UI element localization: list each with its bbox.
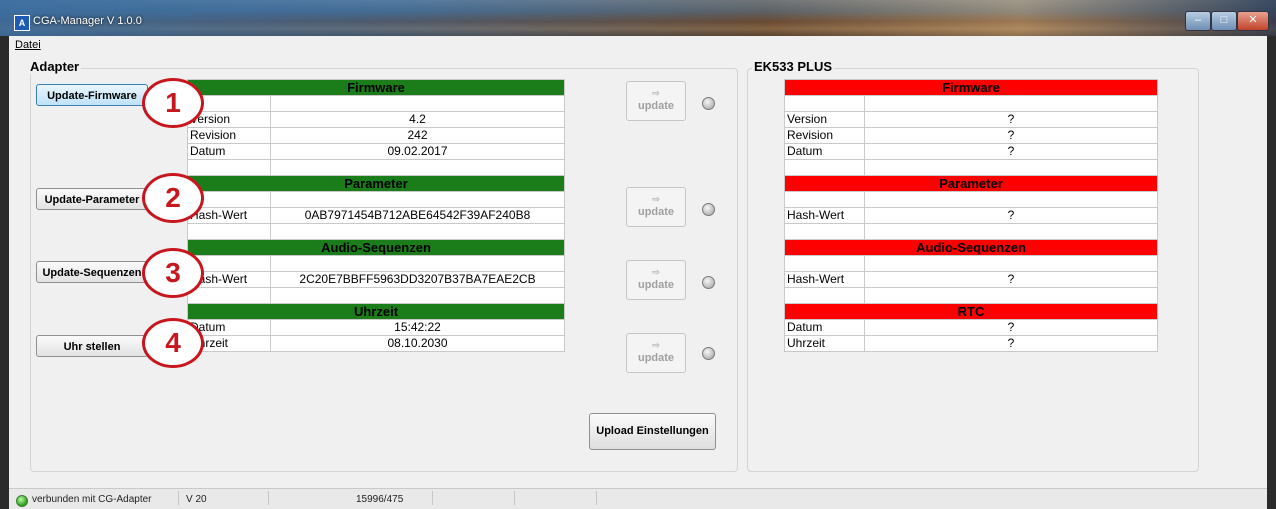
blank-cell <box>784 223 865 240</box>
adapter-group-title: Adapter <box>28 59 82 74</box>
callout-badge-4: 4 <box>142 318 204 368</box>
adapter-revision-value: 242 <box>270 127 565 144</box>
callout-badge-3: 3 <box>142 248 204 298</box>
blank-cell <box>270 223 565 240</box>
update-label: update <box>637 352 675 364</box>
arrow-right-icon: ⇨ <box>652 194 660 204</box>
label-hash: Hash-Wert <box>784 207 865 224</box>
device-rtc-header: RTC <box>784 303 1158 320</box>
blank-cell <box>187 159 271 176</box>
status-separator <box>596 491 597 505</box>
connection-status: verbunden mit CG-Adapter <box>32 494 152 505</box>
label-datum: Datum <box>784 319 865 336</box>
label-uhrzeit: Uhrzeit <box>784 335 865 352</box>
adapter-uhrzeit-header: Uhrzeit <box>187 303 565 320</box>
adapter-clock-uhrzeit: 08.10.2030 <box>270 335 565 352</box>
blank-cell <box>270 255 565 272</box>
window-title: CGA-Manager V 1.0.0 <box>33 15 142 27</box>
title-bar <box>0 0 1276 36</box>
blank-cell <box>784 191 865 208</box>
label-revision: Revision <box>187 127 271 144</box>
close-button[interactable]: ✕ <box>1237 11 1269 31</box>
upload-einstellungen-button[interactable]: Upload Einstellungen <box>589 413 716 450</box>
app-icon: A <box>14 15 30 31</box>
uhr-stellen-button[interactable]: Uhr stellen <box>36 335 148 357</box>
adapter-parameter-header: Parameter <box>187 175 565 192</box>
device-firmware-header: Firmware <box>784 79 1158 96</box>
firmware-update-button[interactable]: ⇨ update <box>626 81 686 121</box>
device-revision-value: ? <box>864 127 1158 144</box>
maximize-button[interactable]: □ <box>1211 11 1237 31</box>
blank-cell <box>784 287 865 304</box>
device-parameter-header: Parameter <box>784 175 1158 192</box>
device-datum-value: ? <box>864 143 1158 160</box>
blank-cell <box>864 287 1158 304</box>
uhr-status-led <box>702 347 715 360</box>
blank-cell <box>864 255 1158 272</box>
status-separator <box>432 491 433 505</box>
blank-cell <box>864 95 1158 112</box>
blank-cell <box>784 159 865 176</box>
menu-datei[interactable]: Datei <box>15 39 41 51</box>
label-datum: Datum <box>784 143 865 160</box>
label-revision: Revision <box>784 127 865 144</box>
adapter-audio-header: Audio-Sequenzen <box>187 239 565 256</box>
minimize-button[interactable]: – <box>1185 11 1211 31</box>
adapter-audio-hash: 2C20E7BBFF5963DD3207B37BA7EAE2CB <box>270 271 565 288</box>
adapter-parameter-hash: 0AB7971454B712ABE64542F39AF240B8 <box>270 207 565 224</box>
status-version: V 20 <box>186 494 207 505</box>
update-label: update <box>637 100 675 112</box>
sequenzen-status-led <box>702 276 715 289</box>
label-hash: Hash-Wert <box>784 271 865 288</box>
status-separator <box>178 491 179 505</box>
update-sequenzen-button[interactable]: Update-Sequenzen <box>36 261 148 283</box>
blank-cell <box>864 191 1158 208</box>
device-audio-hash: ? <box>864 271 1158 288</box>
device-rtc-uhrzeit: ? <box>864 335 1158 352</box>
device-audio-header: Audio-Sequenzen <box>784 239 1158 256</box>
adapter-firmware-header: Firmware <box>187 79 565 96</box>
device-parameter-hash: ? <box>864 207 1158 224</box>
adapter-clock-datum: 15:42:22 <box>270 319 565 336</box>
blank-cell <box>784 255 865 272</box>
adapter-datum-value: 09.02.2017 <box>270 143 565 160</box>
connection-led-icon <box>16 495 28 507</box>
update-label: update <box>637 206 675 218</box>
sequenzen-update-button[interactable]: ⇨ update <box>626 260 686 300</box>
status-separator <box>514 491 515 505</box>
parameter-update-button[interactable]: ⇨ update <box>626 187 686 227</box>
blank-cell <box>270 159 565 176</box>
arrow-right-icon: ⇨ <box>652 88 660 98</box>
title-bar-background <box>0 0 1276 36</box>
device-version-value: ? <box>864 111 1158 128</box>
label-datum: Datum <box>187 143 271 160</box>
parameter-status-led <box>702 203 715 216</box>
arrow-right-icon: ⇨ <box>652 267 660 277</box>
label-version: Version <box>784 111 865 128</box>
device-rtc-datum: ? <box>864 319 1158 336</box>
update-parameter-button[interactable]: Update-Parameter <box>36 188 148 210</box>
menu-bar <box>9 36 1267 54</box>
firmware-status-led <box>702 97 715 110</box>
arrow-right-icon: ⇨ <box>652 340 660 350</box>
blank-cell <box>864 159 1158 176</box>
callout-badge-2: 2 <box>142 173 204 223</box>
blank-cell <box>187 223 271 240</box>
blank-cell <box>270 287 565 304</box>
blank-cell <box>270 95 565 112</box>
adapter-table: Firmware Version 4.2 Revision 242 Datum 09.… <box>187 79 565 352</box>
callout-badge-1: 1 <box>142 78 204 128</box>
device-table: Firmware Version? Revision? Datum? Param… <box>784 79 1158 352</box>
uhr-update-button[interactable]: ⇨ update <box>626 333 686 373</box>
blank-cell <box>864 223 1158 240</box>
blank-cell <box>270 191 565 208</box>
device-group-title: EK533 PLUS <box>752 59 835 74</box>
blank-cell <box>187 287 271 304</box>
update-label: update <box>637 279 675 291</box>
blank-cell <box>784 95 865 112</box>
status-counter: 15996/475 <box>356 494 404 505</box>
adapter-version-value: 4.2 <box>270 111 565 128</box>
update-firmware-button[interactable]: Update-Firmware <box>36 84 148 106</box>
status-separator <box>268 491 269 505</box>
